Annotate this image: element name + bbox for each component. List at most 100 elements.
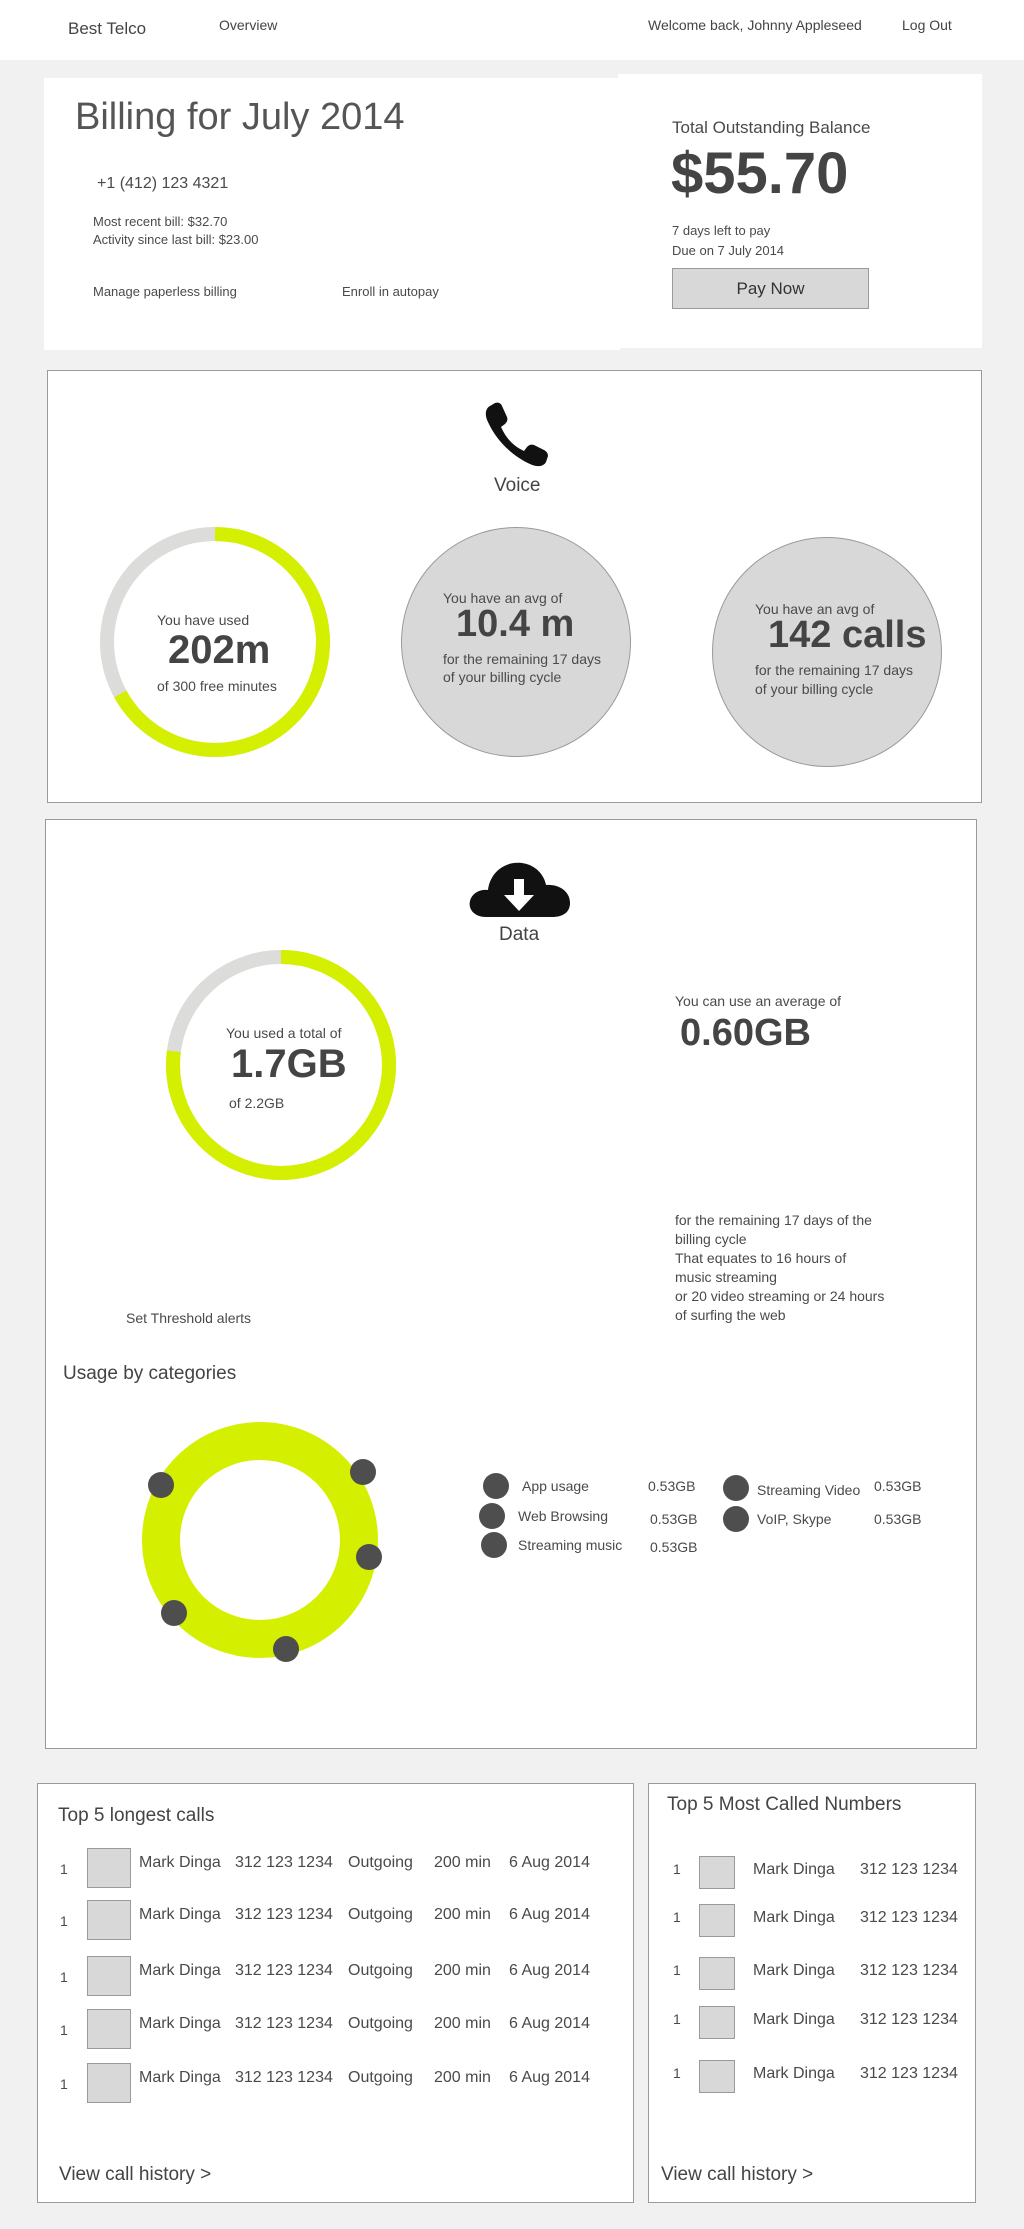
paperless-billing-link[interactable]: Manage paperless billing	[93, 284, 237, 299]
legend-value: 0.53GB	[648, 1478, 696, 1494]
call-date: 6 Aug 2014	[509, 1854, 590, 1871]
called-number[interactable]: 312 123 1234	[860, 1962, 958, 1980]
data-desc-4: music streaming	[675, 1269, 777, 1285]
voice-avg1-sub2: of your billing cycle	[443, 669, 562, 685]
recent-bill: Most recent bill: $32.70	[93, 214, 228, 229]
data-avg-value: 0.60GB	[680, 1012, 811, 1054]
autopay-link[interactable]: Enroll in autopay	[342, 284, 439, 299]
legend-value: 0.53GB	[874, 1478, 922, 1494]
legend-value: 0.53GB	[650, 1539, 698, 1555]
welcome-text: Welcome back, Johnny Appleseed	[648, 17, 862, 33]
data-used-value: 1.7GB	[231, 1042, 347, 1086]
call-number[interactable]: 312 123 1234	[235, 1854, 333, 1872]
category-marker[interactable]	[350, 1459, 376, 1485]
categories-title: Usage by categories	[63, 1363, 237, 1384]
call-direction: Outgoing	[348, 1854, 413, 1871]
voice-used-value: 202m	[168, 628, 271, 672]
most-called-title: Top 5 Most Called Numbers	[667, 1794, 902, 1815]
category-marker[interactable]	[161, 1600, 187, 1626]
call-name[interactable]: Mark Dinga	[139, 2069, 221, 2087]
call-duration: 200 min	[434, 1854, 491, 1871]
contact-avatar	[87, 2063, 131, 2103]
voice-used-label: You have used	[157, 612, 250, 628]
top-nav: Best Telco Overview Welcome back, Johnny…	[0, 0, 1024, 60]
nav-overview-link[interactable]: Overview	[219, 17, 277, 33]
most-called-history-link[interactable]: View call history >	[661, 2164, 813, 2186]
call-duration: 200 min	[434, 1962, 491, 1979]
called-name[interactable]: Mark Dinga	[753, 2065, 835, 2083]
due-date: Due on 7 July 2014	[672, 243, 785, 258]
voice-avg2-sub2: of your billing cycle	[755, 681, 874, 697]
called-rank: 1	[673, 1861, 681, 1877]
days-left: 7 days left to pay	[672, 223, 771, 238]
call-direction: Outgoing	[348, 2015, 413, 2032]
call-number[interactable]: 312 123 1234	[235, 2069, 333, 2087]
call-number[interactable]: 312 123 1234	[235, 1962, 333, 1980]
called-rank: 1	[673, 2065, 681, 2081]
category-marker[interactable]	[356, 1544, 382, 1570]
legend-value: 0.53GB	[650, 1511, 698, 1527]
legend-dot	[481, 1532, 507, 1558]
voice-title: Voice	[494, 475, 541, 496]
call-name[interactable]: Mark Dinga	[139, 1906, 221, 1924]
legend-dot	[723, 1475, 749, 1501]
called-rank: 1	[673, 1909, 681, 1925]
called-number[interactable]: 312 123 1234	[860, 2011, 958, 2029]
contact-avatar	[699, 1904, 735, 1937]
threshold-alerts-link[interactable]: Set Threshold alerts	[126, 1310, 251, 1326]
contact-avatar	[87, 1848, 131, 1888]
call-direction: Outgoing	[348, 1906, 413, 1923]
legend-dot	[723, 1506, 749, 1532]
pay-now-button[interactable]: Pay Now	[672, 268, 869, 309]
called-name[interactable]: Mark Dinga	[753, 1962, 835, 1980]
call-date: 6 Aug 2014	[509, 2069, 590, 2086]
balance-label: Total Outstanding Balance	[672, 118, 871, 137]
data-desc-1: for the remaining 17 days of the	[675, 1212, 872, 1228]
call-name[interactable]: Mark Dinga	[139, 2015, 221, 2033]
legend-label: VoIP, Skype	[757, 1511, 832, 1527]
activity-since-bill: Activity since last bill: $23.00	[93, 232, 259, 247]
brand-logo[interactable]: Best Telco	[68, 19, 146, 39]
call-duration: 200 min	[434, 1906, 491, 1923]
called-name[interactable]: Mark Dinga	[753, 1909, 835, 1927]
called-name[interactable]: Mark Dinga	[753, 1861, 835, 1879]
phone-icon	[484, 400, 552, 470]
voice-avg2-sub1: for the remaining 17 days	[755, 662, 913, 678]
data-desc-5: or 20 video streaming or 24 hours	[675, 1288, 885, 1304]
legend-label: App usage	[522, 1478, 589, 1494]
call-name[interactable]: Mark Dinga	[139, 1854, 221, 1872]
called-number[interactable]: 312 123 1234	[860, 1909, 958, 1927]
call-rank: 1	[60, 1969, 68, 1985]
cloud-download-icon	[468, 857, 572, 919]
legend-label: Streaming music	[518, 1537, 623, 1553]
longest-calls-history-link[interactable]: View call history >	[59, 2164, 211, 2186]
call-number[interactable]: 312 123 1234	[235, 2015, 333, 2033]
legend-value: 0.53GB	[874, 1511, 922, 1527]
call-name[interactable]: Mark Dinga	[139, 1962, 221, 1980]
data-used-label: You used a total of	[226, 1025, 342, 1041]
contact-avatar	[87, 1956, 131, 1996]
call-rank: 1	[60, 1861, 68, 1877]
call-number[interactable]: 312 123 1234	[235, 1906, 333, 1924]
call-duration: 200 min	[434, 2015, 491, 2032]
called-number[interactable]: 312 123 1234	[860, 2065, 958, 2083]
voice-avg2-value: 142 calls	[768, 614, 927, 656]
voice-avg1-sub1: for the remaining 17 days	[443, 651, 601, 667]
category-marker[interactable]	[148, 1472, 174, 1498]
voice-used-sub: of 300 free minutes	[157, 678, 277, 694]
category-marker[interactable]	[273, 1636, 299, 1662]
voice-avg1-value: 10.4 m	[456, 603, 575, 645]
called-rank: 1	[673, 1962, 681, 1978]
legend-dot	[483, 1473, 509, 1499]
called-rank: 1	[673, 2011, 681, 2027]
call-direction: Outgoing	[348, 2069, 413, 2086]
logout-link[interactable]: Log Out	[902, 17, 952, 33]
contact-avatar	[87, 1900, 131, 1940]
called-number[interactable]: 312 123 1234	[860, 1861, 958, 1879]
called-name[interactable]: Mark Dinga	[753, 2011, 835, 2029]
most-called-panel	[648, 1783, 976, 2203]
call-rank: 1	[60, 2022, 68, 2038]
data-avg-label: You can use an average of	[675, 993, 842, 1009]
billing-title: Billing for July 2014	[75, 96, 405, 138]
call-direction: Outgoing	[348, 1962, 413, 1979]
